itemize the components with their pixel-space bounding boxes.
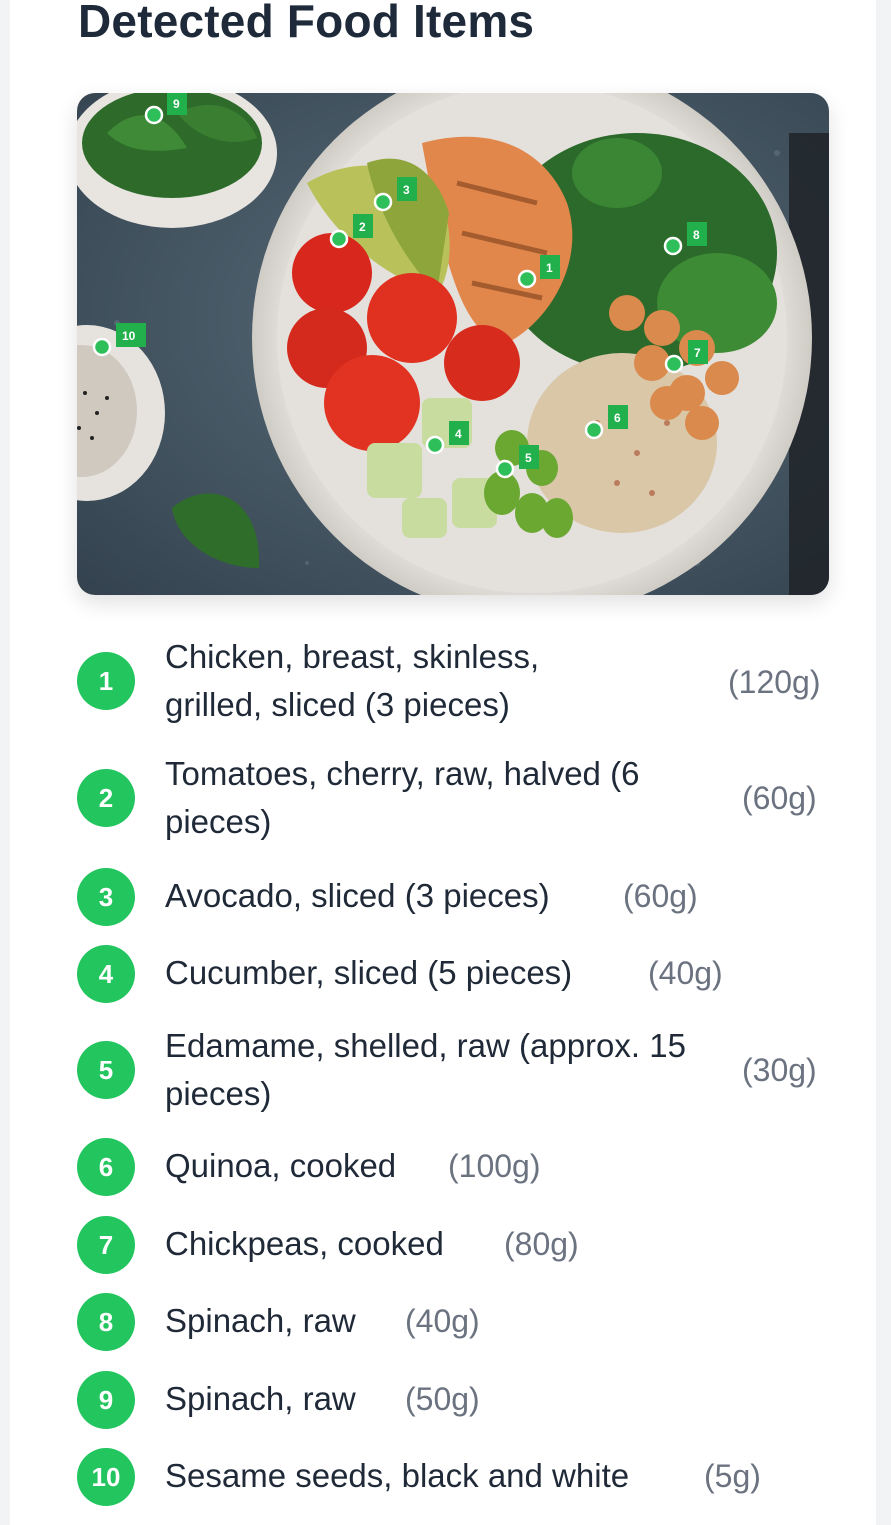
item-name: Edamame, shelled, raw (approx. 15 pieces…	[165, 1027, 686, 1112]
item-number-badge: 1	[77, 652, 135, 710]
item-number-badge: 10	[77, 1448, 135, 1506]
item-name: Avocado, sliced (3 pieces)	[165, 877, 550, 914]
svg-text:6: 6	[614, 411, 621, 425]
svg-text:1: 1	[546, 261, 553, 275]
item-weight: (60g)	[742, 780, 817, 816]
detected-food-card: Detected Food Items 1 2 3 4 5 6 7 8 9 10…	[10, 0, 876, 1525]
item-weight: (100g)	[448, 1148, 541, 1184]
item-name: Tomatoes, cherry, raw, halved (6 pieces)	[165, 755, 640, 840]
food-photo[interactable]: 1 2 3 4 5 6 7 8 9 10	[77, 93, 829, 595]
svg-text:2: 2	[359, 220, 366, 234]
item-weight: (60g)	[623, 878, 698, 914]
svg-text:5: 5	[525, 451, 532, 465]
item-name: Chicken, breast, skinless, grilled, slic…	[165, 638, 540, 723]
svg-text:9: 9	[173, 97, 180, 111]
svg-text:8: 8	[693, 228, 700, 242]
svg-text:3: 3	[403, 183, 410, 197]
item-weight: (50g)	[405, 1381, 480, 1417]
svg-text:10: 10	[122, 329, 136, 343]
item-name: Cucumber, sliced (5 pieces)	[165, 954, 573, 991]
item-number-badge: 5	[77, 1041, 135, 1099]
item-name: Spinach, raw	[165, 1302, 356, 1339]
svg-text:4: 4	[455, 427, 462, 441]
item-name: Sesame seeds, black and white	[165, 1457, 630, 1494]
item-number-badge: 9	[77, 1371, 135, 1429]
item-weight: (30g)	[742, 1052, 817, 1088]
item-name: Quinoa, cooked	[165, 1147, 397, 1184]
item-number-badge: 2	[77, 769, 135, 827]
food-photo-illustration: 1 2 3 4 5 6 7 8 9 10	[77, 93, 829, 595]
item-name: Chickpeas, cooked	[165, 1225, 444, 1262]
item-weight: (40g)	[648, 955, 723, 991]
svg-text:7: 7	[694, 346, 701, 360]
item-number-badge: 3	[77, 868, 135, 926]
item-number-badge: 7	[77, 1216, 135, 1274]
item-name: Spinach, raw	[165, 1380, 356, 1417]
item-number-badge: 4	[77, 945, 135, 1003]
item-number-badge: 6	[77, 1138, 135, 1196]
item-weight: (120g)	[728, 664, 821, 700]
item-number-badge: 8	[77, 1293, 135, 1351]
item-weight: (40g)	[405, 1303, 480, 1339]
item-weight: (5g)	[704, 1458, 761, 1494]
page-title: Detected Food Items	[78, 0, 535, 47]
item-weight: (80g)	[504, 1226, 579, 1262]
